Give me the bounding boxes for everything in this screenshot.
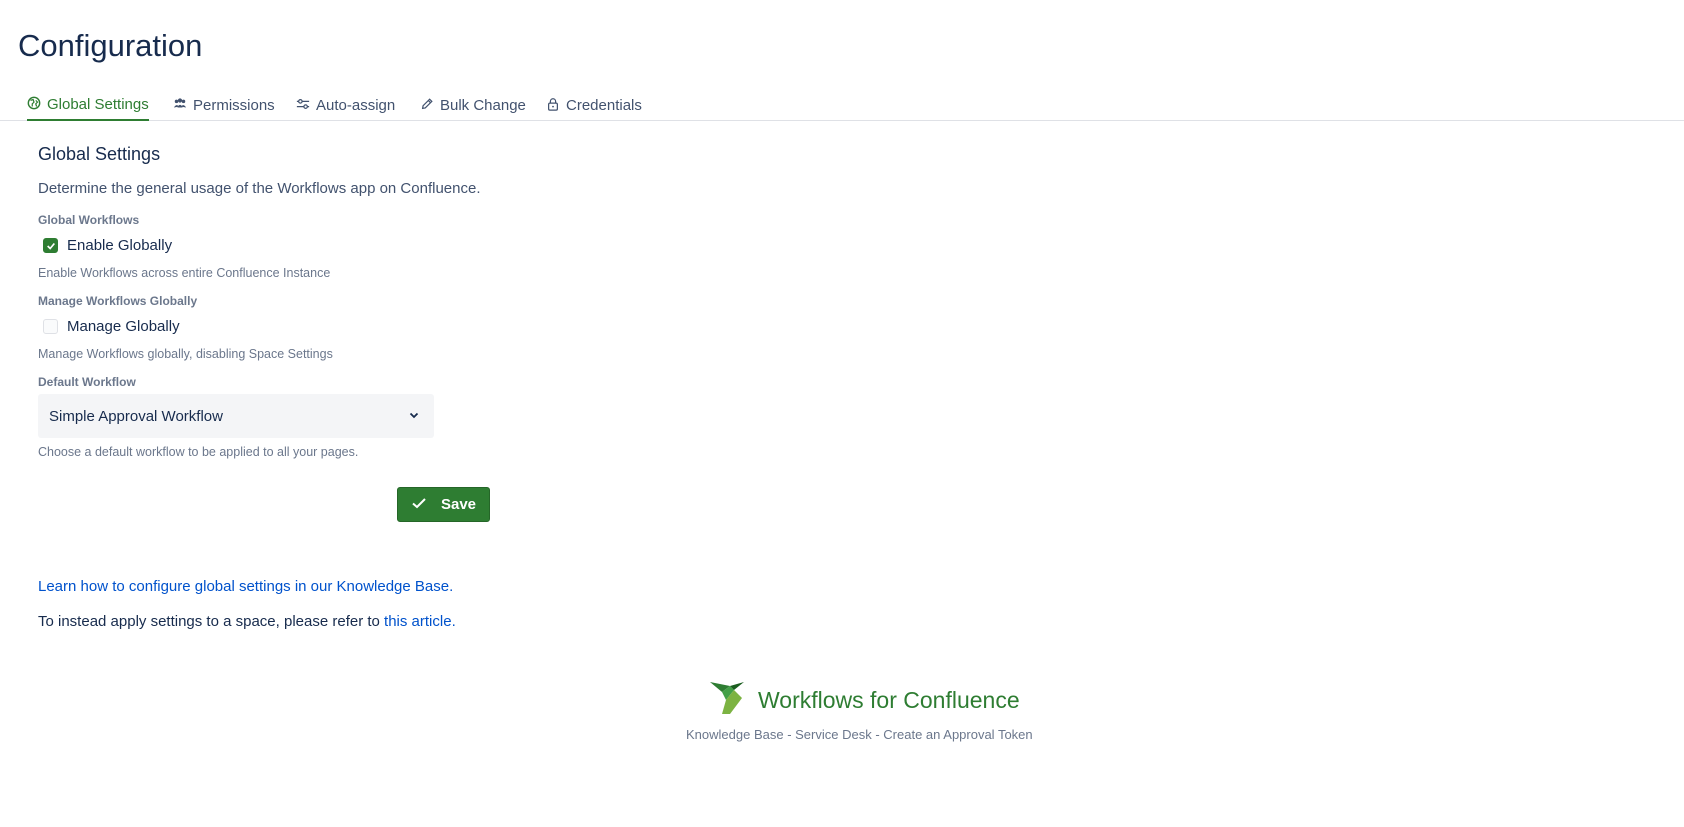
- tab-permissions[interactable]: Permissions: [173, 84, 275, 121]
- manage-globally-helper: Manage Workflows globally, disabling Spa…: [38, 347, 333, 361]
- save-label: Save: [440, 496, 477, 513]
- sliders-icon: [296, 97, 310, 115]
- tab-auto-assign[interactable]: Auto-assign: [296, 84, 395, 121]
- lock-icon: [546, 97, 560, 115]
- users-icon: [173, 97, 187, 115]
- footer-logo: Workflows for Confluence: [708, 678, 1020, 723]
- footer-link-service-desk[interactable]: Service Desk: [795, 727, 872, 742]
- pencil-icon: [420, 97, 434, 115]
- default-workflow-label: Default Workflow: [38, 375, 136, 389]
- space-settings-line: To instead apply settings to a space, pl…: [38, 613, 456, 630]
- tab-label: Auto-assign: [316, 97, 396, 114]
- checkmark-icon: [46, 242, 55, 250]
- tab-label: Permissions: [193, 97, 275, 114]
- section-title: Global Settings: [38, 144, 161, 164]
- enable-globally-label: Enable Globally: [67, 237, 173, 254]
- enable-globally-helper: Enable Workflows across entire Confluenc…: [38, 266, 331, 280]
- manage-globally-checkbox[interactable]: [43, 319, 58, 334]
- default-workflow-select[interactable]: Simple Approval Workflow: [38, 394, 434, 438]
- space-settings-text: To instead apply settings to a space, pl…: [38, 613, 385, 630]
- default-workflow-value: Simple Approval Workflow: [49, 407, 223, 425]
- manage-globally-checkbox-row[interactable]: Manage Globally: [43, 318, 180, 335]
- tab-credentials[interactable]: Credentials: [546, 84, 642, 121]
- tab-label: Bulk Change: [440, 97, 526, 114]
- section-description: Determine the general usage of the Workf…: [38, 180, 481, 197]
- default-workflow-helper: Choose a default workflow to be applied …: [38, 445, 359, 459]
- tab-global-settings[interactable]: Global Settings: [27, 84, 149, 121]
- tab-label: Credentials: [566, 97, 642, 114]
- enable-globally-checkbox[interactable]: [43, 238, 58, 253]
- chevron-down-icon: [408, 408, 420, 425]
- tab-label: Global Settings: [47, 96, 149, 113]
- space-settings-suffix: .: [451, 613, 456, 630]
- check-icon: [411, 495, 427, 515]
- global-workflows-label: Global Workflows: [38, 213, 140, 227]
- tab-bulk-change[interactable]: Bulk Change: [420, 84, 526, 121]
- this-article-link[interactable]: this article: [384, 613, 452, 630]
- knowledge-base-link[interactable]: Learn how to configure global settings i…: [38, 578, 453, 595]
- config-tabs: Global Settings Permissions Auto-assign …: [0, 84, 1684, 121]
- workflows-logo-icon: [708, 678, 748, 723]
- page-title: Configuration: [18, 28, 203, 63]
- footer-separator: -: [871, 727, 884, 742]
- knowledge-base-line: Learn how to configure global settings i…: [38, 578, 453, 595]
- enable-globally-checkbox-row[interactable]: Enable Globally: [43, 237, 172, 254]
- manage-workflows-label: Manage Workflows Globally: [38, 294, 198, 308]
- brand-name: Workflows for Confluence: [758, 687, 1020, 713]
- footer-link-knowledge-base[interactable]: Knowledge Base: [686, 727, 784, 742]
- globe-icon: [27, 96, 41, 114]
- manage-globally-label: Manage Globally: [67, 318, 180, 335]
- footer-links: Knowledge Base - Service Desk - Create a…: [686, 727, 1033, 742]
- save-button[interactable]: Save: [397, 487, 490, 522]
- footer-link-approval-token[interactable]: Create an Approval Token: [883, 727, 1032, 742]
- footer-separator: -: [783, 727, 796, 742]
